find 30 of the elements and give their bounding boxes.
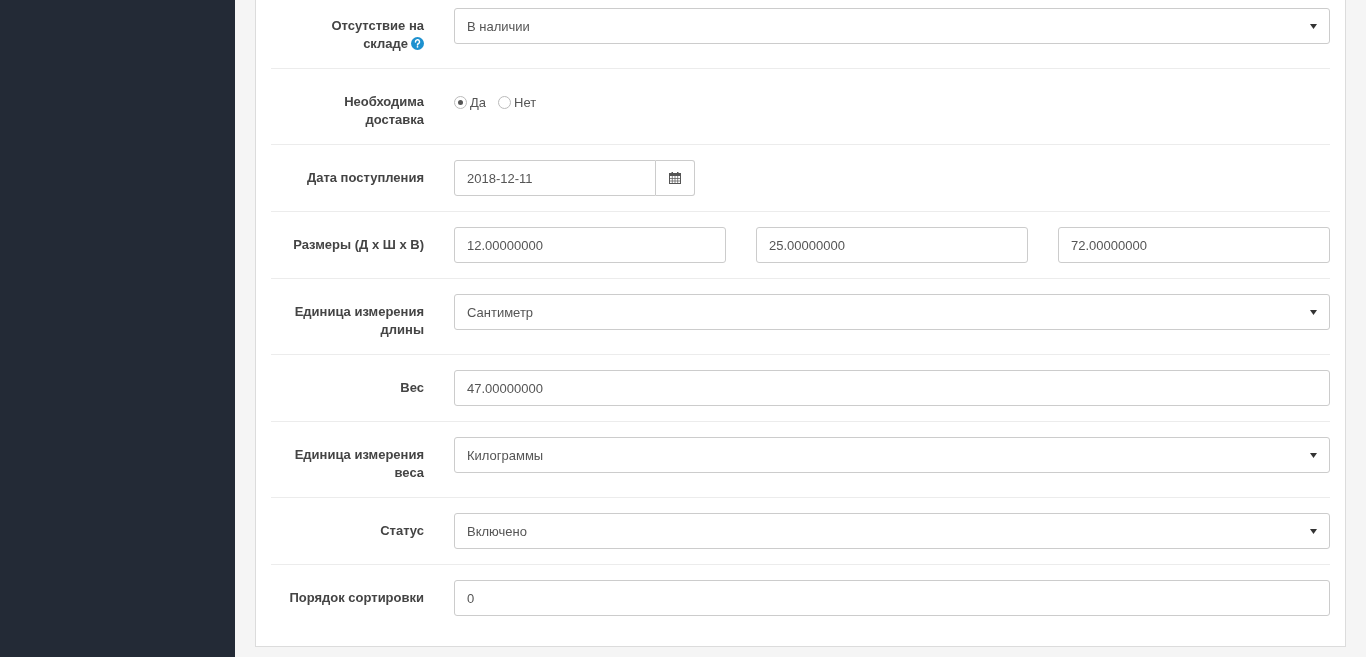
select-field[interactable]: Включено — [454, 513, 1330, 549]
field-label: Дата поступления — [305, 169, 424, 187]
field-label: Единица измерения веса — [293, 446, 424, 482]
select-field[interactable]: В наличии — [454, 8, 1330, 44]
caret-icon — [1310, 23, 1317, 29]
radio-icon[interactable] — [454, 95, 467, 109]
input-field[interactable]: 72.00000000 — [1058, 227, 1330, 263]
help-icon[interactable] — [411, 37, 424, 50]
caret-icon — [1310, 528, 1317, 534]
field-label: Необходима доставка — [343, 93, 424, 129]
field-label: Отсутствие на складе — [330, 17, 424, 53]
field-label: Порядок сортировки — [288, 589, 424, 607]
field-label: Размеры (Д х Ш х В) — [292, 236, 424, 254]
radio-option[interactable]: Нет — [498, 94, 537, 110]
calendar-button[interactable] — [656, 160, 695, 196]
radio-option[interactable]: Да — [454, 94, 487, 110]
select-field[interactable]: Килограммы — [454, 437, 1330, 473]
input-field[interactable]: 25.00000000 — [756, 227, 1028, 263]
input-field[interactable]: 12.00000000 — [454, 227, 726, 263]
field-label: Единица измерения длины — [293, 303, 424, 339]
field-label: Статус — [379, 522, 424, 540]
field-label: Вес — [399, 379, 424, 397]
caret-icon — [1310, 452, 1317, 458]
calendar-icon — [669, 172, 681, 184]
radio-icon[interactable] — [498, 95, 512, 109]
date-field[interactable]: 2018-12-11 — [454, 160, 656, 196]
input-field[interactable]: 47.00000000 — [454, 370, 1330, 406]
select-field[interactable]: Сантиметр — [454, 294, 1330, 330]
input-field[interactable]: 0 — [454, 580, 1330, 616]
caret-icon — [1310, 309, 1317, 315]
